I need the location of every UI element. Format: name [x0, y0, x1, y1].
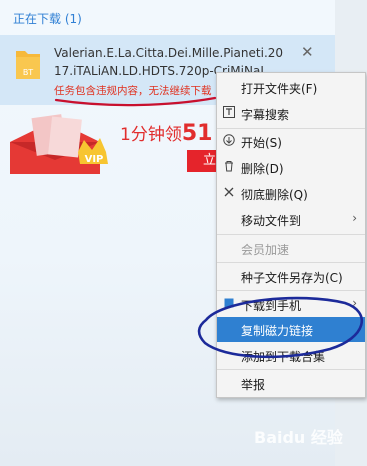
- bt-file-label: BT: [23, 68, 33, 77]
- menu-item-label: 字幕搜索: [241, 108, 290, 122]
- menu-item-member-speedup: 会员加速: [217, 236, 365, 261]
- close-icon[interactable]: ✕: [301, 43, 314, 61]
- menu-item-save-torrent[interactable]: 种子文件另存为(C): [217, 264, 365, 289]
- x-icon: [223, 186, 235, 198]
- start-icon: [223, 134, 235, 146]
- menu-item-start[interactable]: 开始(S): [217, 129, 365, 154]
- menu-divider: [217, 369, 365, 370]
- promo-amount: 51: [181, 121, 213, 146]
- menu-item-subtitle-search[interactable]: 字幕搜索: [217, 101, 365, 126]
- promo-prefix: 1分钟领: [120, 125, 182, 145]
- menu-item-label: 彻底删除(Q): [241, 188, 308, 202]
- promo-text: 1分钟领51: [120, 120, 212, 146]
- menu-item-label: 下载到手机: [241, 299, 302, 313]
- menu-item-add-to-collection[interactable]: 添加到下载合集: [217, 343, 365, 368]
- menu-item-label: 移动文件到: [241, 214, 302, 228]
- menu-item-label: 种子文件另存为(C): [241, 271, 343, 285]
- menu-item-label: 会员加速: [241, 243, 290, 257]
- trash-icon: [223, 160, 235, 172]
- section-title[interactable]: 正在下载 (1): [13, 10, 82, 27]
- context-menu: 打开文件夹(F) 字幕搜索 开始(S) 删除(D) 彻底删除(Q) 移动文件到 …: [216, 72, 366, 398]
- phone-icon: [223, 297, 235, 309]
- menu-item-label: 举报: [241, 378, 266, 392]
- menu-divider: [217, 290, 365, 291]
- menu-item-download-to-phone[interactable]: 下载到手机 ›: [217, 292, 365, 317]
- baidu-watermark: Baidu 经验: [254, 428, 343, 447]
- menu-item-delete[interactable]: 删除(D): [217, 155, 365, 180]
- menu-item-label: 复制磁力链接: [241, 324, 314, 338]
- menu-divider: [217, 234, 365, 235]
- subtitle-icon: [223, 106, 235, 118]
- violation-warning: 任务包含违规内容，无法继续下载: [54, 85, 212, 97]
- menu-item-label: 打开文件夹(F): [241, 82, 318, 96]
- promo-illustration: VIP: [10, 114, 108, 174]
- vip-badge: VIP: [85, 154, 104, 165]
- file-name-line-1: Valerian.E.La.Citta.Dei.Mille.Pianeti.20: [54, 46, 284, 60]
- menu-item-label: 开始(S): [241, 136, 282, 150]
- bt-file-icon: BT: [16, 51, 40, 79]
- menu-item-move-file[interactable]: 移动文件到 ›: [217, 207, 365, 232]
- menu-item-copy-magnet-link[interactable]: 复制磁力链接: [217, 317, 365, 342]
- menu-item-delete-permanently[interactable]: 彻底删除(Q): [217, 181, 365, 206]
- menu-item-label: 删除(D): [241, 162, 284, 176]
- menu-divider: [217, 262, 365, 263]
- menu-item-open-folder[interactable]: 打开文件夹(F): [217, 75, 365, 100]
- menu-item-label: 添加到下载合集: [241, 350, 326, 364]
- chevron-right-icon: ›: [352, 296, 357, 310]
- menu-item-report[interactable]: 举报: [217, 371, 365, 396]
- chevron-right-icon: ›: [352, 211, 357, 225]
